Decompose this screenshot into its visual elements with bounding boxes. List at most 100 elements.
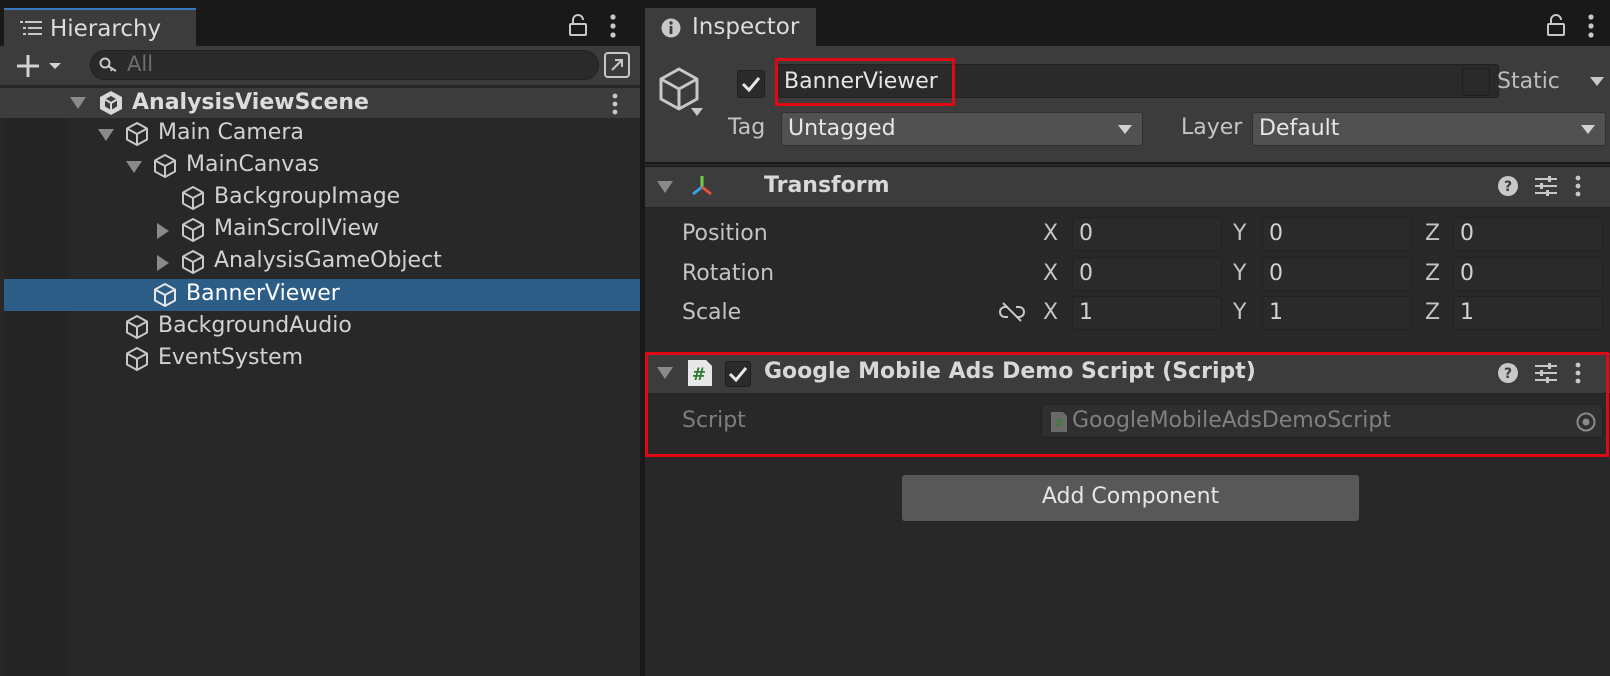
axis-x-label: X xyxy=(1043,300,1059,325)
rotation-z-field[interactable]: 0 xyxy=(1453,257,1603,291)
scale-x-field[interactable]: 1 xyxy=(1072,296,1222,330)
rotation-x-field[interactable]: 0 xyxy=(1072,257,1222,291)
component-more-icon[interactable] xyxy=(1575,175,1581,197)
field-value: 0 xyxy=(1460,261,1474,286)
gameobject-icon xyxy=(124,314,150,340)
field-value: 1 xyxy=(1079,300,1093,325)
chevron-down-icon xyxy=(1581,125,1595,135)
lock-icon[interactable] xyxy=(1547,14,1565,36)
chevron-down-icon[interactable] xyxy=(126,161,142,173)
axis-z-label: Z xyxy=(1425,300,1441,325)
scale-y-field[interactable]: 1 xyxy=(1262,296,1412,330)
tag-value: Untagged xyxy=(788,116,896,141)
tree-item-label: MainScrollView xyxy=(214,216,380,241)
tree-item-label: AnalysisGameObject xyxy=(214,248,442,273)
add-component-button[interactable]: Add Component xyxy=(901,474,1360,522)
list-icon xyxy=(20,20,42,36)
position-x-field[interactable]: 0 xyxy=(1072,217,1222,251)
unity-scene-icon xyxy=(98,90,124,116)
tree-item-analysisviewscene[interactable]: AnalysisViewScene xyxy=(0,88,640,120)
tree-item-main-camera[interactable]: Main Camera xyxy=(0,118,640,150)
gameobject-icon xyxy=(152,282,178,308)
tree-item-label: EventSystem xyxy=(158,345,304,370)
position-y-field[interactable]: 0 xyxy=(1262,217,1412,251)
search-input[interactable]: All xyxy=(90,50,599,80)
field-value: 1 xyxy=(1269,300,1283,325)
field-value: 0 xyxy=(1460,221,1474,246)
tree-item-label: BackgroupImage xyxy=(214,184,401,209)
rotation-y-field[interactable]: 0 xyxy=(1262,257,1412,291)
tree-item-eventsystem[interactable]: EventSystem xyxy=(0,343,640,375)
inspector-panel: Inspector BannerViewer Static Tag Untagg… xyxy=(645,0,1610,676)
search-placeholder: All xyxy=(127,52,154,76)
tree-item-label: MainCanvas xyxy=(186,152,320,177)
tree-item-label: AnalysisViewScene xyxy=(132,90,369,115)
tag-label: Tag xyxy=(728,115,766,140)
gameobject-large-icon[interactable] xyxy=(657,66,715,120)
field-value: 0 xyxy=(1079,221,1093,246)
foldout-icon[interactable] xyxy=(657,181,673,193)
position-label: Position xyxy=(682,221,768,246)
axis-y-label: Y xyxy=(1233,221,1247,246)
static-label: Static xyxy=(1497,69,1560,94)
more-options-icon[interactable] xyxy=(1588,14,1594,38)
chevron-right-icon[interactable] xyxy=(157,223,169,239)
transform-icon xyxy=(687,172,717,202)
hierarchy-panel: Hierarchy All AnalysisViewScene Main Cam… xyxy=(0,0,640,676)
help-icon[interactable]: ? xyxy=(1497,175,1519,197)
tree-item-backgroupimage[interactable]: BackgroupImage xyxy=(0,182,640,214)
tree-item-backgroundaudio[interactable]: BackgroundAudio xyxy=(0,311,640,343)
hierarchy-tab-label: Hierarchy xyxy=(50,16,162,42)
scale-z-field[interactable]: 1 xyxy=(1453,296,1603,330)
maximize-icon[interactable] xyxy=(604,52,630,78)
scene-more-icon[interactable] xyxy=(612,93,618,115)
chevron-down-icon[interactable] xyxy=(98,129,114,141)
layer-dropdown[interactable]: Default xyxy=(1252,112,1606,146)
rotation-label: Rotation xyxy=(682,261,775,286)
transform-title: Transform xyxy=(764,173,890,198)
static-checkbox[interactable] xyxy=(1462,68,1490,96)
gameobject-icon xyxy=(152,153,178,179)
transform-header[interactable]: Transform ? xyxy=(645,166,1610,208)
chevron-right-icon[interactable] xyxy=(157,255,169,271)
tag-dropdown[interactable]: Untagged xyxy=(781,112,1143,146)
axis-z-label: Z xyxy=(1425,221,1441,246)
svg-text:?: ? xyxy=(1504,179,1512,195)
layer-label: Layer xyxy=(1181,115,1243,140)
position-z-field[interactable]: 0 xyxy=(1453,217,1603,251)
tree-item-bannerviewer[interactable]: BannerViewer xyxy=(0,279,640,311)
tree-item-label: BackgroundAudio xyxy=(158,313,352,338)
axis-x-label: X xyxy=(1043,221,1059,246)
object-name-highlight xyxy=(775,58,955,106)
inspector-tab[interactable]: Inspector xyxy=(645,8,816,46)
unlinked-icon[interactable] xyxy=(999,301,1025,323)
presets-icon[interactable] xyxy=(1534,175,1558,197)
gameobject-icon xyxy=(124,346,150,372)
axis-z-label: Z xyxy=(1425,261,1441,286)
tree-item-label: Main Camera xyxy=(158,120,304,145)
tree-item-analysisgameobject[interactable]: AnalysisGameObject xyxy=(0,246,640,278)
gameobject-icon xyxy=(124,121,150,147)
field-value: 0 xyxy=(1079,261,1093,286)
search-icon xyxy=(99,57,119,75)
add-icon[interactable] xyxy=(16,54,64,78)
hierarchy-tab[interactable]: Hierarchy xyxy=(4,8,196,46)
tree-item-mainscrollview[interactable]: MainScrollView xyxy=(0,214,640,246)
layer-value: Default xyxy=(1259,116,1340,141)
field-value: 1 xyxy=(1460,300,1474,325)
field-value: 0 xyxy=(1269,221,1283,246)
static-dropdown-icon[interactable] xyxy=(1590,77,1604,87)
chevron-down-icon[interactable] xyxy=(70,97,86,109)
active-toggle[interactable] xyxy=(737,70,765,98)
tree-item-maincanvas[interactable]: MainCanvas xyxy=(0,150,640,182)
axis-y-label: Y xyxy=(1233,300,1247,325)
gameobject-icon xyxy=(180,217,206,243)
tree-item-label: BannerViewer xyxy=(186,281,340,306)
field-value: 0 xyxy=(1269,261,1283,286)
info-icon xyxy=(661,18,681,38)
axis-x-label: X xyxy=(1043,261,1059,286)
lock-icon[interactable] xyxy=(569,14,587,36)
gameobject-icon xyxy=(180,185,206,211)
inspector-tab-label: Inspector xyxy=(692,14,800,40)
more-options-icon[interactable] xyxy=(610,14,616,38)
